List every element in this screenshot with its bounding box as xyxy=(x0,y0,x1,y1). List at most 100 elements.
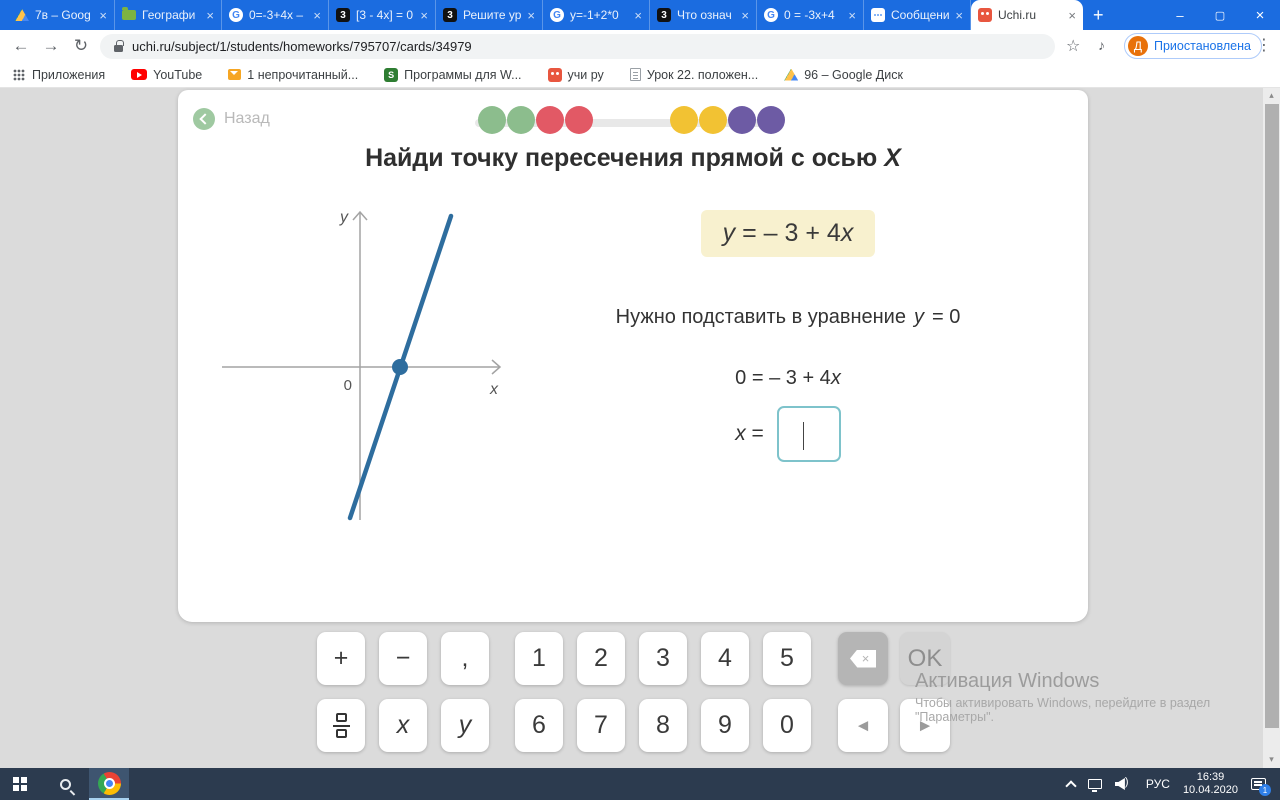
scrollbar-track[interactable]: ▴ ▾ xyxy=(1263,88,1280,768)
key-9[interactable]: 9 xyxy=(701,699,749,752)
key-2[interactable]: 2 xyxy=(577,632,625,685)
profile-chip[interactable]: Д Приостановлена xyxy=(1124,33,1262,59)
tab-close-icon[interactable]: × xyxy=(313,8,321,23)
browser-menu-icon[interactable]: ⋮ xyxy=(1256,35,1272,55)
key-8[interactable]: 8 xyxy=(639,699,687,752)
chrome-icon xyxy=(97,771,121,795)
bookmark-lesson[interactable]: Урок 22. положен... xyxy=(629,67,759,82)
chat-icon xyxy=(871,8,885,22)
key-7[interactable]: 7 xyxy=(577,699,625,752)
uchi-icon xyxy=(547,67,562,82)
tab-close-icon[interactable]: × xyxy=(420,8,428,23)
tab-close-icon[interactable]: × xyxy=(206,8,214,23)
progress-dot xyxy=(670,106,698,134)
language-indicator[interactable]: РУС xyxy=(1146,777,1170,791)
url-text[interactable]: uchi.ru/subject/1/students/homeworks/795… xyxy=(132,39,472,54)
tab-close-icon[interactable]: × xyxy=(848,8,856,23)
scroll-down-icon[interactable]: ▾ xyxy=(1263,754,1280,765)
minimize-button[interactable]: – xyxy=(1160,0,1200,30)
tab-google-search-2[interactable]: G y=-1+2*0 × xyxy=(543,0,650,30)
tab-znanija-2[interactable]: 3 Решите ур × xyxy=(436,0,543,30)
taskbar-search-button[interactable] xyxy=(42,768,89,800)
tab-close-icon[interactable]: × xyxy=(527,8,535,23)
tab-close-icon[interactable]: × xyxy=(1068,8,1076,23)
key-0[interactable]: 0 xyxy=(763,699,811,752)
system-tray: ) РУС 16:39 10.04.2020 1 xyxy=(1065,768,1274,800)
refresh-icon[interactable]: ↻ xyxy=(66,36,96,56)
tab-znanija-3[interactable]: 3 Что означ × xyxy=(650,0,757,30)
x-intercept-point xyxy=(392,359,408,375)
close-button[interactable]: × xyxy=(1240,0,1280,30)
window-controls: – ▢ × xyxy=(1160,0,1280,30)
key-plus[interactable]: + xyxy=(317,632,365,685)
progress-dot xyxy=(757,106,785,134)
bookmark-star-icon[interactable]: ☆ xyxy=(1066,36,1080,56)
scrollbar-thumb[interactable] xyxy=(1264,104,1279,728)
maximize-button[interactable]: ▢ xyxy=(1200,0,1240,30)
tab-title: 0=-3+4x – xyxy=(249,8,304,22)
tab-messages[interactable]: Сообщени × xyxy=(864,0,971,30)
tab-title: Uchi.ru xyxy=(998,8,1037,22)
key-comma[interactable]: , xyxy=(441,632,489,685)
key-minus[interactable]: − xyxy=(379,632,427,685)
google-icon: G xyxy=(229,8,243,22)
tab-uchi-active[interactable]: Uchi.ru × xyxy=(971,0,1083,30)
tab-close-icon[interactable]: × xyxy=(99,8,107,23)
znanija-icon: 3 xyxy=(657,8,671,22)
new-tab-button[interactable]: + xyxy=(1093,5,1104,26)
answer-prefix: x = xyxy=(735,421,764,445)
windows-icon xyxy=(13,777,27,791)
taskbar: ) РУС 16:39 10.04.2020 1 xyxy=(0,768,1280,800)
address-bar[interactable]: uchi.ru/subject/1/students/homeworks/795… xyxy=(100,34,1055,59)
google-icon: G xyxy=(550,8,564,22)
key-x[interactable]: x xyxy=(379,699,427,752)
key-1[interactable]: 1 xyxy=(515,632,563,685)
windows-activation-watermark: Активация Windows Чтобы активировать Win… xyxy=(915,670,1211,724)
key-backspace[interactable]: × xyxy=(838,632,888,685)
key-y[interactable]: y xyxy=(441,699,489,752)
key-6[interactable]: 6 xyxy=(515,699,563,752)
scroll-up-icon[interactable]: ▴ xyxy=(1263,90,1280,101)
key-cursor-left[interactable]: ◄ xyxy=(838,699,888,752)
tab-google-search-3[interactable]: G 0 = -3x+4 × xyxy=(757,0,864,30)
back-nav-icon[interactable]: ← xyxy=(6,36,36,56)
notification-badge: 1 xyxy=(1259,784,1271,796)
tab-znanija-1[interactable]: 3 [3 - 4x] = 0 × xyxy=(329,0,436,30)
avatar: Д xyxy=(1128,36,1148,56)
time: 16:39 xyxy=(1196,771,1225,783)
backspace-icon: × xyxy=(850,649,876,668)
tab-close-icon[interactable]: × xyxy=(634,8,642,23)
tab-close-icon[interactable]: × xyxy=(741,8,749,23)
bookmark-label: Программы для W... xyxy=(404,67,522,82)
tab-google-search-1[interactable]: G 0=-3+4x – × xyxy=(222,0,329,30)
key-fraction[interactable] xyxy=(317,699,365,752)
taskbar-chrome-button[interactable] xyxy=(89,768,129,800)
start-button[interactable] xyxy=(0,768,42,800)
bookmark-mail[interactable]: 1 непрочитанный... xyxy=(228,68,358,82)
tab-drive[interactable]: 7в – Goog × xyxy=(8,0,115,30)
bookmark-programs[interactable]: S Программы для W... xyxy=(384,67,522,82)
bookmark-youtube[interactable]: YouTube xyxy=(131,68,202,82)
network-icon[interactable] xyxy=(1087,779,1102,792)
mail-icon xyxy=(228,69,242,80)
answer-input[interactable] xyxy=(776,405,841,462)
tab-close-icon[interactable]: × xyxy=(955,8,963,23)
tray-expand-icon[interactable] xyxy=(1065,780,1077,792)
volume-icon[interactable]: ) xyxy=(1114,776,1133,790)
date: 10.04.2020 xyxy=(1182,784,1238,796)
key-5[interactable]: 5 xyxy=(763,632,811,685)
bookmark-label: Урок 22. положен... xyxy=(646,67,759,82)
back-button[interactable]: Назад xyxy=(193,108,270,130)
bookmark-label: 1 непрочитанный... xyxy=(247,67,359,82)
notification-center-icon[interactable]: 1 xyxy=(1251,778,1271,796)
title-variable: X xyxy=(884,144,901,172)
bookmark-apps[interactable]: Приложения xyxy=(12,68,105,82)
bookmark-uchi[interactable]: учи ру xyxy=(547,67,604,82)
key-3[interactable]: 3 xyxy=(639,632,687,685)
clock[interactable]: 16:39 10.04.2020 xyxy=(1183,771,1238,797)
key-4[interactable]: 4 xyxy=(701,632,749,685)
bookmark-gdrive[interactable]: 96 – Google Диск xyxy=(784,68,903,82)
media-controls-icon[interactable]: ♪ xyxy=(1098,37,1105,53)
forward-nav-icon[interactable]: → xyxy=(36,36,66,56)
tab-geography[interactable]: Географи × xyxy=(115,0,222,30)
